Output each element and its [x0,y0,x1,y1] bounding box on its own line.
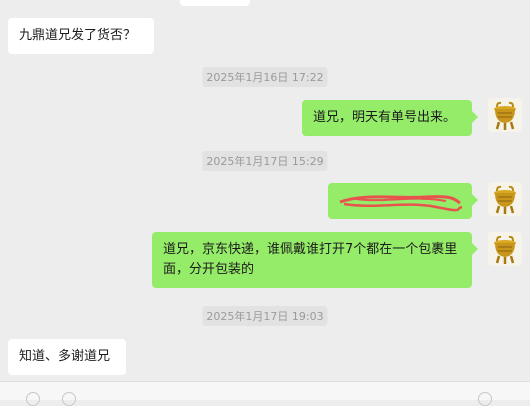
message-bubble-incoming[interactable]: 知道、多谢道兄 [8,339,126,375]
timestamp: 2025年1月17日 15:29 [202,151,328,171]
partial-previous-bubble [180,0,250,6]
timestamp: 2025年1月16日 17:22 [202,67,328,87]
avatar[interactable] [488,98,522,132]
message-text: 知道、多谢道兄 [19,349,111,364]
message-text: 九鼎道兄发了货否？ [19,28,137,43]
avatar[interactable] [488,232,522,266]
golden-ding-cauldron-icon [488,182,522,216]
message-bubble-incoming[interactable]: 九鼎道兄发了货否？ [8,18,154,54]
input-toolbar [0,381,530,406]
golden-ding-cauldron-icon [488,232,522,266]
message-text: 道兄，京东快递，谁佩戴谁打开7个都在一个包裹里面，分开包装的 [163,242,458,277]
golden-ding-cauldron-icon [488,98,522,132]
avatar[interactable] [488,182,522,216]
more-icon[interactable] [478,392,492,406]
emoji-icon[interactable] [62,392,76,406]
message-bubble-outgoing[interactable]: 道兄，明天有单号出来。 [302,100,478,136]
voice-icon[interactable] [26,392,40,406]
chat-window: 九鼎道兄发了货否？ 2025年1月16日 17:22 道兄，明天有单号出来。 2… [0,0,530,406]
timestamp: 2025年1月17日 19:03 [202,306,328,326]
message-bubble-outgoing-redacted[interactable] [328,183,478,219]
message-text: 道兄，明天有单号出来。 [313,110,457,125]
redaction-scribble [339,195,463,212]
message-bubble-outgoing[interactable]: 道兄，京东快递，谁佩戴谁打开7个都在一个包裹里面，分开包装的 [152,232,478,288]
